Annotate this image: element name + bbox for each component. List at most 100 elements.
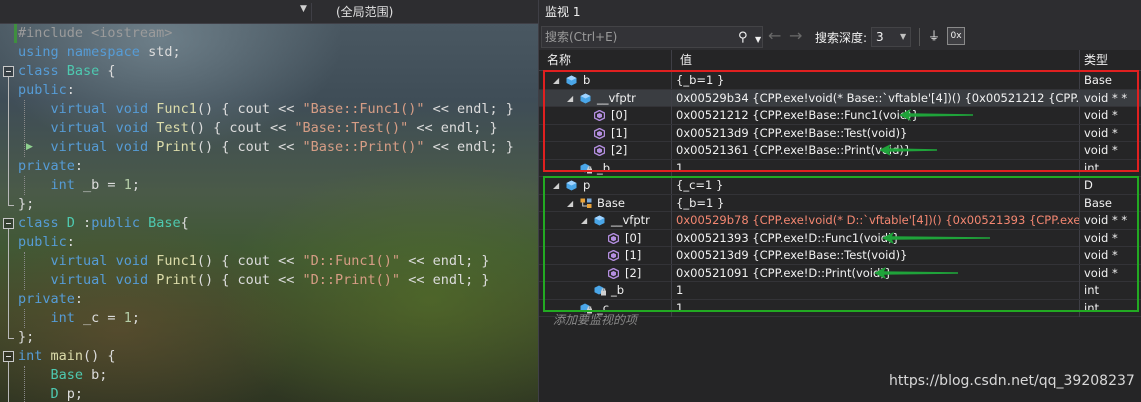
watch-name-cell[interactable]: ◢ b [539,72,672,89]
watch-name-cell[interactable]: [2] [539,142,672,159]
code-editor[interactable]: ▼ (全局范围) #include <iostream> using namesp… [0,0,538,402]
search-input[interactable]: 搜索(Ctrl+E) ⚲ ▼ [541,26,763,48]
chevron-down-icon[interactable]: ▼ [300,4,307,14]
watch-row[interactable]: _b 1 int [539,282,1141,300]
column-header-value[interactable]: 值 [672,50,1080,71]
expand-toggle-icon[interactable]: ◢ [553,177,559,194]
fold-guide-line [8,77,9,205]
code-line[interactable]: public: [0,233,538,252]
watch-name-cell[interactable]: ◢ __vfptr [539,89,672,107]
watch-row[interactable]: ◢ p {_c=1 } D [539,177,1141,195]
search-depth-select[interactable]: 3 ▼ [871,27,911,47]
watch-row[interactable]: [1] 0x005213d9 {CPP.exe!Base::Test(void)}… [539,124,1141,142]
code-line[interactable]: int main() { [0,347,538,366]
watch-row[interactable]: [2] 0x00521361 {CPP.exe!Base::Print(void)… [539,142,1141,160]
code-line-text: virtual void Test() { cout << "Base::Tes… [18,119,498,138]
hex-toggle-label: 0x [950,31,962,41]
watch-row[interactable]: [0] 0x00521212 {CPP.exe!Base::Func1(void)… [539,107,1141,125]
watch-value-cell[interactable]: 1 [672,282,1080,299]
code-line[interactable]: Base b; [0,366,538,385]
watch-value-cell[interactable]: 0x005213d9 {CPP.exe!Base::Test(void)} [672,247,1080,264]
chevron-down-icon: ▼ [900,32,907,41]
watch-row[interactable]: ◢ Base {_b=1 } Base [539,194,1141,212]
code-token: D [66,215,75,231]
watch-value-cell[interactable]: {_b=1 } [672,72,1080,89]
code-line[interactable]: class D :public Base{ [0,214,538,233]
watch-value-cell[interactable]: {_b=1 } [672,194,1080,212]
code-line[interactable]: virtual void Func1() { cout << "Base::Fu… [0,100,538,119]
column-header-name[interactable]: 名称 [539,50,672,71]
code-line[interactable]: using namespace std; [0,43,538,62]
add-watch-placeholder[interactable]: 添加要监视的项 [553,311,637,328]
watch-value-cell[interactable]: 0x00521361 {CPP.exe!Base::Print(void)} [672,142,1080,159]
watch-row[interactable]: ◢ b {_b=1 } Base [539,72,1141,90]
code-line[interactable]: public: [0,81,538,100]
filter-icon[interactable]: ⏚ [925,27,943,45]
watch-row[interactable]: _b 1 int [539,159,1141,177]
expand-toggle-icon[interactable]: ◢ [567,90,573,107]
code-line[interactable]: private: [0,157,538,176]
code-line-text: }; [18,328,34,347]
code-line[interactable]: D p; [0,385,538,402]
expand-toggle-icon[interactable]: ◢ [567,195,573,212]
watch-row[interactable]: ◢ __vfptr 0x00529b34 {CPP.exe!void(* Base:… [539,89,1141,107]
fold-toggle-icon[interactable] [3,351,14,362]
fold-toggle-icon[interactable] [3,218,14,229]
watch-row[interactable]: ◢ __vfptr 0x00529b78 {CPP.exe!void(* D::`v… [539,212,1141,230]
code-token: int [18,348,43,364]
code-line[interactable]: virtual void Func1() { cout << "D::Func1… [0,252,538,271]
code-line[interactable]: private: [0,290,538,309]
watch-name-cell[interactable]: ◢ p [539,177,672,194]
forward-arrow-icon[interactable]: → [789,26,802,45]
code-line[interactable]: }; [0,328,538,347]
watch-name-label: _b [597,160,611,175]
back-arrow-icon[interactable]: ← [768,26,781,45]
code-token: { [180,215,189,231]
code-line[interactable]: virtual void Test() { cout << "Base::Tes… [0,119,538,138]
expand-toggle-icon[interactable]: ◢ [581,212,587,229]
watch-row[interactable]: [0] 0x00521393 {CPP.exe!D::Func1(void)} vo… [539,229,1141,247]
code-token: _b = [74,177,124,193]
watch-value-cell[interactable]: 0x00529b78 {CPP.exe!void(* D::`vftable'[… [672,212,1080,229]
expand-toggle-icon[interactable]: ◢ [553,72,559,89]
watch-row[interactable]: [1] 0x005213d9 {CPP.exe!Base::Test(void)}… [539,247,1141,265]
watch-name-cell[interactable]: [1] [539,124,672,142]
watch-name-cell[interactable]: [1] [539,247,672,264]
watch-name-cell[interactable]: ◢ Base [539,194,672,212]
search-icon[interactable]: ⚲ [738,28,748,48]
watch-value-cell[interactable]: 0x00521212 {CPP.exe!Base::Func1(void)} [672,107,1080,124]
watch-value-cell[interactable]: 1 [672,299,1080,317]
watch-name-cell[interactable]: _b [539,159,672,177]
fold-toggle-icon[interactable] [3,66,14,77]
watch-name-cell[interactable]: [0] [539,229,672,247]
code-line[interactable]: }; [0,195,538,214]
nav-scope-left-dropdown[interactable] [0,3,312,21]
code-line[interactable]: virtual void Print() { cout << "Base::Pr… [0,138,538,157]
code-line[interactable]: #include <iostream> [0,24,538,43]
watch-value-cell[interactable]: 0x00529b34 {CPP.exe!void(* Base::`vftabl… [672,89,1080,107]
method-icon [608,250,619,261]
code-line[interactable]: int _b = 1; [0,176,538,195]
watch-value-cell[interactable]: {_c=1 } [672,177,1080,194]
watch-value-cell[interactable]: 0x005213d9 {CPP.exe!Base::Test(void)} [672,124,1080,142]
watch-name-cell[interactable]: [0] [539,107,672,124]
watch-name-cell[interactable]: ◢ __vfptr [539,212,672,229]
hex-display-toggle[interactable]: 0x [947,27,965,45]
nav-scope-right-dropdown[interactable]: (全局范围) [316,3,538,21]
watch-value-cell[interactable]: 0x00521393 {CPP.exe!D::Func1(void)} [672,229,1080,247]
watch-name-cell[interactable]: [2] [539,264,672,282]
watch-name-cell[interactable]: _b [539,282,672,299]
code-token: D [50,386,59,402]
code-line[interactable]: virtual void Print() { cout << "D::Print… [0,271,538,290]
column-header-type[interactable]: 类型 [1080,50,1141,71]
code-line-text: class D :public Base{ [18,214,189,233]
watch-row[interactable]: [2] 0x00521091 {CPP.exe!D::Print(void)} vo… [539,264,1141,282]
watch-value-cell[interactable]: 1 [672,159,1080,177]
code-line[interactable]: int _c = 1; [0,309,538,328]
code-line-text: }; [18,195,34,214]
breakpoint-arrow-icon: ▶ [26,142,33,152]
chevron-down-icon[interactable]: ▼ [755,30,761,50]
code-line[interactable]: class Base { [0,62,538,81]
